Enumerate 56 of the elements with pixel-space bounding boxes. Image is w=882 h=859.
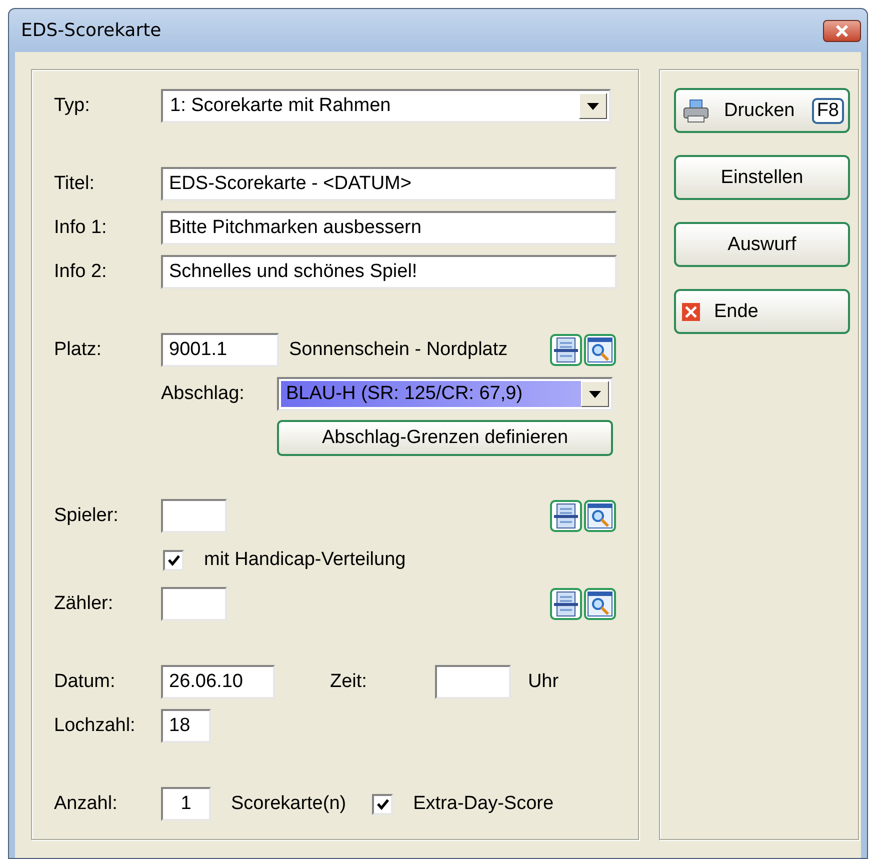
field-label: Datum: (54, 671, 116, 693)
input-field[interactable]: Bitte Pitchmarken ausbessern (161, 211, 617, 245)
list-button[interactable] (550, 588, 582, 620)
field-label: Uhr (528, 671, 559, 693)
checkbox[interactable] (372, 794, 394, 814)
checkmark-icon (168, 554, 180, 566)
field-label: Extra-Day-Score (413, 793, 554, 815)
input-field[interactable] (434, 665, 511, 699)
list-icon (554, 503, 578, 529)
search-icon (587, 337, 613, 363)
printer-icon (682, 98, 710, 122)
list-button[interactable] (550, 334, 582, 366)
dropdown[interactable]: BLAU-H (SR: 125/CR: 67,9) (277, 377, 613, 411)
field-label: Info 1: (54, 217, 108, 239)
close-button[interactable] (823, 20, 861, 42)
exit-button[interactable]: Ende (674, 289, 850, 334)
define-button[interactable]: Abschlag-Grenzen definieren (277, 420, 613, 456)
field-label: Sonnenschein - Nordplatz (289, 339, 508, 361)
search-button[interactable] (584, 334, 616, 366)
field-label: Info 2: (54, 261, 108, 283)
field-label: Abschlag: (161, 383, 246, 405)
dropdown[interactable]: 1: Scorekarte mit Rahmen (161, 89, 611, 123)
input-field[interactable] (161, 587, 227, 621)
field-label: Zähler: (54, 593, 114, 615)
list-icon (554, 337, 578, 363)
field-label: mit Handicap-Verteilung (204, 549, 406, 571)
field-label: Scorekarte(n) (231, 793, 346, 815)
search-button[interactable] (584, 500, 616, 532)
action-button[interactable]: Auswurf (674, 222, 850, 267)
list-button[interactable] (550, 500, 582, 532)
input-field[interactable]: Schnelles und schönes Spiel! (161, 255, 617, 289)
field-label: Typ: (54, 95, 91, 117)
input-field[interactable]: 1 (161, 787, 211, 821)
print-button[interactable]: Drucken F8 (674, 88, 850, 133)
checkbox[interactable] (163, 550, 184, 570)
close-icon (834, 24, 850, 38)
field-label: Lochzahl: (54, 715, 136, 737)
window-title: EDS-Scorekarte (21, 20, 162, 41)
input-field[interactable]: 26.06.10 (161, 665, 275, 699)
search-button[interactable] (584, 588, 616, 620)
input-field[interactable]: 9001.1 (161, 333, 279, 367)
list-icon (554, 591, 578, 617)
checkmark-icon (376, 798, 389, 810)
input-field[interactable]: 18 (161, 709, 211, 743)
search-icon (587, 591, 613, 617)
field-label: Titel: (54, 173, 96, 195)
field-label: Zeit: (330, 671, 367, 693)
search-icon (587, 503, 613, 529)
field-label: Spieler: (54, 505, 120, 527)
field-label: Anzahl: (54, 793, 118, 815)
input-field[interactable]: EDS-Scorekarte - <DATUM> (161, 167, 617, 201)
close-icon (682, 302, 700, 320)
action-button[interactable]: Einstellen (674, 155, 850, 200)
field-label: Platz: (54, 339, 103, 361)
shortcut-key: F8 (812, 98, 844, 124)
input-field[interactable] (161, 499, 227, 533)
